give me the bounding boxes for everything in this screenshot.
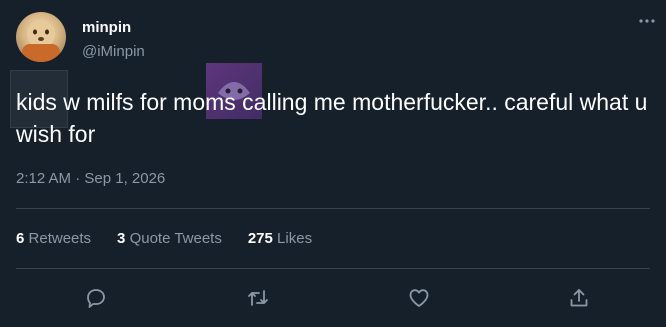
likes-stat[interactable]: 275 Likes [248, 230, 312, 247]
user-handle[interactable]: @iMinpin [82, 43, 145, 60]
likes-label: Likes [277, 230, 313, 247]
retweets-label: Retweets [28, 230, 92, 247]
more-options-icon[interactable] [636, 14, 658, 28]
retweets-count: 6 [16, 230, 25, 247]
tweet-text: kids w milfs for moms calling me motherf… [16, 89, 648, 147]
like-icon[interactable] [405, 284, 433, 312]
quote-tweets-stat[interactable]: 3 Quote Tweets [117, 230, 222, 247]
display-name[interactable]: minpin [82, 19, 131, 36]
divider [16, 208, 650, 209]
quote-tweets-count: 3 [117, 230, 126, 247]
reply-icon[interactable] [82, 284, 110, 312]
tweet-card: minpin @iMinpin kids w milfs for moms ca… [0, 0, 666, 327]
avatar[interactable] [16, 12, 66, 62]
retweet-icon[interactable] [244, 284, 272, 312]
share-icon[interactable] [565, 284, 593, 312]
tweet-stats: 6 Retweets 3 Quote Tweets 275 Likes [16, 230, 312, 247]
retweets-stat[interactable]: 6 Retweets [16, 230, 91, 247]
divider [16, 268, 650, 269]
tweet-timestamp[interactable]: 2:12 AM · Sep 1, 2026 [16, 170, 165, 187]
likes-count: 275 [247, 230, 273, 247]
quote-tweets-label: Quote Tweets [129, 230, 222, 247]
avatar-image [22, 20, 60, 62]
